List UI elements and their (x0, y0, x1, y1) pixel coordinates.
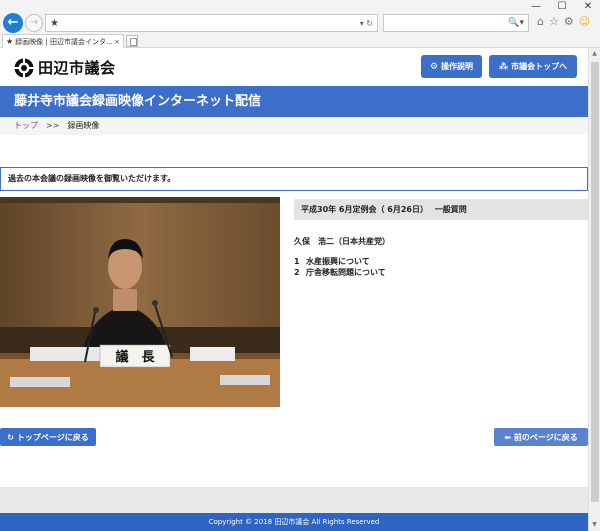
tab-bar: ★ 録画映像 | 田辺市議会インタ... × (0, 34, 600, 48)
help-button-label: 操作説明 (441, 62, 474, 71)
city-emblem-icon (14, 58, 34, 77)
sitemap-icon: ⁂ (498, 61, 509, 72)
breadcrumb-top-link[interactable]: トップ (14, 121, 38, 130)
meeting-header: 平成30年 6月定例会（ 6月26日） 一般質問 (294, 199, 588, 220)
video-frame: 議 長 (0, 197, 280, 407)
notice-box: 過去の本会議の録画映像を御覧いただけます。 (0, 167, 588, 191)
council-top-button[interactable]: ⁂ 市議会トップへ (489, 55, 577, 78)
browser-tab-active[interactable]: ★ 録画映像 | 田辺市議会インタ... × (2, 34, 124, 48)
list-item: 1 水産振興について (294, 257, 370, 266)
footer-spacer (0, 487, 588, 513)
browser-chrome: — ☐ ✕ ← → ★ ▾ ↻ 🔍▾ ⌂ ☆ ⚙ ☺ ★ 録画映像 | 田辺市議… (0, 0, 600, 48)
favorite-star-icon: ★ (50, 17, 59, 29)
back-to-top-page-button[interactable]: ↻ トップページに戻る (0, 428, 96, 446)
breadcrumb-current: 録画映像 (67, 121, 100, 130)
video-player[interactable]: 議 長 (0, 197, 280, 407)
page-scrollbar[interactable]: ▲ ▼ (588, 48, 600, 531)
favorites-icon[interactable]: ☆ (549, 14, 559, 30)
arrow-right-icon: → (29, 17, 39, 28)
site-logo[interactable]: 田辺市議会 (14, 57, 116, 78)
council-top-label: 市議会トップへ (511, 62, 568, 71)
scroll-down-icon[interactable]: ▼ (589, 519, 600, 531)
site-title: 田辺市議会 (38, 59, 116, 77)
close-window-button[interactable]: ✕ (582, 1, 594, 13)
gear-icon[interactable]: ⚙ (564, 14, 574, 30)
browser-search-box[interactable]: 🔍▾ (383, 14, 529, 32)
back-button[interactable]: ← (3, 13, 23, 33)
home-icon[interactable]: ⌂ (537, 14, 544, 30)
topic-list: 1 水産振興について 2 庁舎移転問題について (294, 256, 386, 278)
help-button[interactable]: ⚙ 操作説明 (421, 55, 482, 78)
browser-tools: ⌂ ☆ ⚙ ☺ (537, 14, 590, 30)
home-button-label: トップページに戻る (16, 432, 89, 442)
nameplate-text: 議 長 (115, 349, 155, 365)
new-tab-button[interactable] (126, 35, 138, 47)
maximize-button[interactable]: ☐ (556, 1, 568, 13)
breadcrumb-separator: >> (46, 121, 60, 130)
star-favicon-icon: ★ (6, 37, 14, 46)
minimize-button[interactable]: — (530, 1, 542, 13)
prev-button-label: 前のページに戻る (513, 432, 578, 442)
meeting-session: 平成30年 6月定例会（ 6月26日） (301, 205, 428, 214)
scroll-up-icon[interactable]: ▲ (589, 48, 600, 60)
speaker-name: 久保 浩二（日本共産党） (294, 237, 390, 246)
site-header: 田辺市議会 ⚙ 操作説明 ⁂ 市議会トップへ (0, 48, 600, 86)
breadcrumb: トップ >> 録画映像 (0, 117, 588, 135)
footer-copyright: Copyright © 2018 田辺市議会 All Rights Reserv… (0, 513, 588, 531)
scroll-thumb[interactable] (591, 62, 599, 502)
gear-icon: ⚙ (429, 61, 439, 72)
page-title: 藤井寺市議会録画映像インターネット配信 (0, 86, 588, 117)
return-arrow-icon: ↻ (7, 432, 14, 442)
tab-title: 録画映像 | 田辺市議会インタ... (15, 37, 113, 46)
window-controls: — ☐ ✕ (530, 1, 594, 13)
arrow-left-icon: ← (7, 15, 19, 30)
feedback-smile-icon[interactable]: ☺ (579, 14, 590, 30)
meeting-type: 一般質問 (434, 205, 467, 214)
list-item: 2 庁舎移転問題について (294, 268, 386, 277)
arrow-left-icon: ⬅ (504, 432, 511, 442)
search-icon[interactable]: 🔍▾ (508, 18, 524, 28)
previous-page-button[interactable]: ⬅ 前のページに戻る (494, 428, 588, 446)
forward-button[interactable]: → (25, 14, 43, 32)
address-bar[interactable]: ★ ▾ ↻ (45, 14, 378, 32)
address-refresh-icon[interactable]: ▾ ↻ (360, 19, 373, 28)
tab-close-icon[interactable]: × (114, 38, 120, 46)
